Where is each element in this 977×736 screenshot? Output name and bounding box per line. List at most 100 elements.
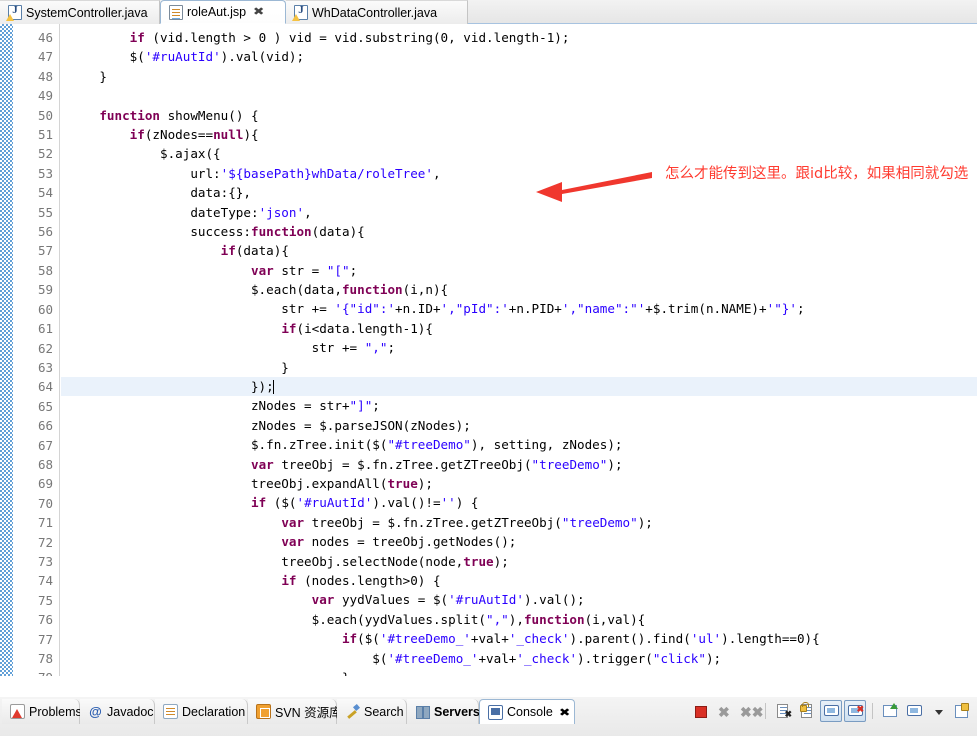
code-token: +val+	[470, 631, 509, 647]
code-line[interactable]: dateType:'json',	[69, 203, 977, 222]
bottom-tab-svn-资源库[interactable]: SVN 资源库	[248, 699, 342, 724]
remove-launch-button[interactable]: ✖	[713, 700, 735, 722]
code-line[interactable]: }	[69, 67, 977, 86]
bottom-tab-console[interactable]: Console ✖	[479, 699, 575, 724]
open-console-button[interactable]	[951, 700, 973, 722]
code-line[interactable]: str += '{"id":'+n.ID+',"pId":'+n.PID+',"…	[69, 299, 977, 318]
code-token: );	[607, 456, 623, 472]
code-line[interactable]: function showMenu() {	[69, 106, 977, 125]
code-line[interactable]: var treeObj = $.fn.zTree.getZTreeObj("tr…	[69, 455, 977, 474]
close-icon[interactable]: ✖	[253, 0, 265, 24]
code-line[interactable]: success:function(data){	[69, 222, 977, 241]
close-icon[interactable]: ✖	[559, 706, 571, 719]
code-line[interactable]: $.each(yydValues.split(","),function(i,v…	[69, 610, 977, 629]
bottom-tab-servers[interactable]: Servers	[407, 699, 480, 724]
code-line[interactable]: if(zNodes==null){	[69, 125, 977, 144]
code-line[interactable]: $('#treeDemo_'+val+'_check').trigger("cl…	[69, 649, 977, 668]
code-line[interactable]: $.fn.zTree.init($("#treeDemo"), setting,…	[69, 435, 977, 454]
bottom-tab-javadoc[interactable]: @ Javadoc	[80, 699, 155, 724]
code-line[interactable]: if ($('#ruAutId').val()!='') {	[69, 493, 977, 512]
code-line[interactable]	[69, 86, 977, 105]
code-line[interactable]: treeObj.selectNode(node,true);	[69, 552, 977, 571]
editor-tab-2[interactable]: WhDataController.java	[286, 0, 468, 24]
code-token: str =	[273, 262, 327, 278]
code-line[interactable]: str += ",";	[69, 338, 977, 357]
code-token: ).val(vid);	[220, 49, 305, 65]
eclipse-ide-window: SystemController.java roleAut.jsp ✖ WhDataC…	[0, 0, 977, 736]
code-token: ,	[432, 165, 441, 181]
code-token: (data){	[235, 243, 289, 259]
line-number: 66	[37, 418, 53, 434]
clear-console-button[interactable]: ✖	[772, 700, 794, 722]
editor-tab-1[interactable]: roleAut.jsp ✖	[160, 0, 286, 24]
show-console-on-output-button[interactable]	[820, 700, 842, 722]
console-menu-dropdown[interactable]	[927, 700, 949, 722]
source-code[interactable]: if (vid.length > 0 ) vid = vid.substring…	[61, 28, 977, 676]
code-token: $.ajax({	[69, 146, 221, 162]
code-token: ;	[387, 340, 396, 356]
keyword-token: true	[387, 475, 418, 491]
code-line[interactable]: if (vid.length > 0 ) vid = vid.substring…	[69, 28, 977, 47]
code-token: (i,val){	[584, 611, 646, 627]
code-line[interactable]: $('#ruAutId').val(vid);	[69, 47, 977, 66]
code-token: treeObj.expandAll(	[69, 475, 388, 491]
code-token: }	[69, 68, 107, 84]
code-text-area[interactable]: if (vid.length > 0 ) vid = vid.substring…	[61, 24, 977, 676]
code-token: (data){	[311, 223, 365, 239]
java-file-warning-icon	[292, 4, 308, 21]
code-line[interactable]: });	[61, 377, 977, 397]
code-line[interactable]: var nodes = treeObj.getNodes();	[69, 532, 977, 551]
bottom-tab-search[interactable]: Search	[337, 699, 407, 724]
code-editor[interactable]: 46 47 48 49 50 51 52 53 54 55 56 57 58 59 60 61 62 63 64 65…	[0, 24, 977, 676]
code-line[interactable]: zNodes = str+"]";	[69, 396, 977, 415]
jsp-file-icon	[169, 4, 183, 20]
code-line[interactable]: if(data){	[69, 241, 977, 260]
string-token: '${basePath}whData/roleTree'	[220, 165, 433, 181]
string-token: '"}'	[766, 301, 797, 317]
code-line[interactable]: $.each(data,function(i,n){	[69, 280, 977, 299]
remove-all-terminated-button[interactable]: ✖✖	[737, 700, 763, 722]
editor-tab-0[interactable]: SystemController.java	[0, 0, 160, 24]
code-line[interactable]: var yydValues = $('#ruAutId').val();	[69, 590, 977, 609]
bottom-tab-declaration[interactable]: Declaration	[155, 699, 248, 724]
string-token: ',"name":"'	[561, 301, 646, 317]
code-token: ),	[508, 611, 524, 627]
code-line[interactable]: var treeObj = $.fn.zTree.getZTreeObj("tr…	[69, 513, 977, 532]
code-token: (i,n){	[402, 282, 449, 298]
code-line[interactable]: treeObj.expandAll(true);	[69, 474, 977, 493]
scroll-lock-button[interactable]	[796, 700, 818, 722]
string-token: ''	[440, 495, 456, 511]
code-line[interactable]: zNodes = $.parseJSON(zNodes);	[69, 416, 977, 435]
bottom-tab-problems[interactable]: Problems	[2, 699, 82, 724]
line-number: 56	[37, 224, 53, 240]
line-number: 76	[37, 612, 53, 628]
editor-tab-label: SystemController.java	[26, 5, 148, 20]
string-token: '_check'	[516, 650, 578, 666]
keyword-token: function	[250, 223, 312, 239]
terminate-button[interactable]	[689, 700, 711, 722]
keyword-token: var	[250, 262, 274, 278]
code-token: ;	[372, 398, 380, 414]
bottom-tab-label: SVN 资源库	[275, 706, 342, 720]
string-token: 'ul'	[690, 631, 722, 647]
keyword-token: var	[281, 534, 305, 550]
code-line[interactable]: }	[69, 358, 977, 377]
display-selected-console-button[interactable]	[903, 700, 925, 722]
line-number: 69	[37, 476, 53, 492]
code-line[interactable]: var str = "[";	[69, 261, 977, 280]
string-token: ',"pId":'	[440, 301, 509, 317]
code-line[interactable]: }	[69, 668, 977, 676]
code-token: str +=	[69, 301, 335, 317]
string-token: '#ruAutId'	[296, 495, 373, 511]
code-line[interactable]: $.ajax({	[69, 144, 977, 163]
code-line[interactable]: if(i<data.length-1){	[69, 319, 977, 338]
code-line[interactable]: if (nodes.length>0) {	[69, 571, 977, 590]
pin-console-button[interactable]	[879, 700, 901, 722]
code-line[interactable]: data:{},	[69, 183, 977, 202]
code-line[interactable]: if($('#treeDemo_'+val+'_check').parent()…	[69, 629, 977, 648]
x-badge-icon: ✖	[784, 709, 792, 719]
show-console-on-error-button[interactable]: ✖	[844, 700, 866, 722]
string-token: ","	[486, 611, 509, 627]
annotation-ruler[interactable]	[0, 24, 13, 676]
code-line[interactable]: url:'${basePath}whData/roleTree',	[69, 164, 977, 183]
